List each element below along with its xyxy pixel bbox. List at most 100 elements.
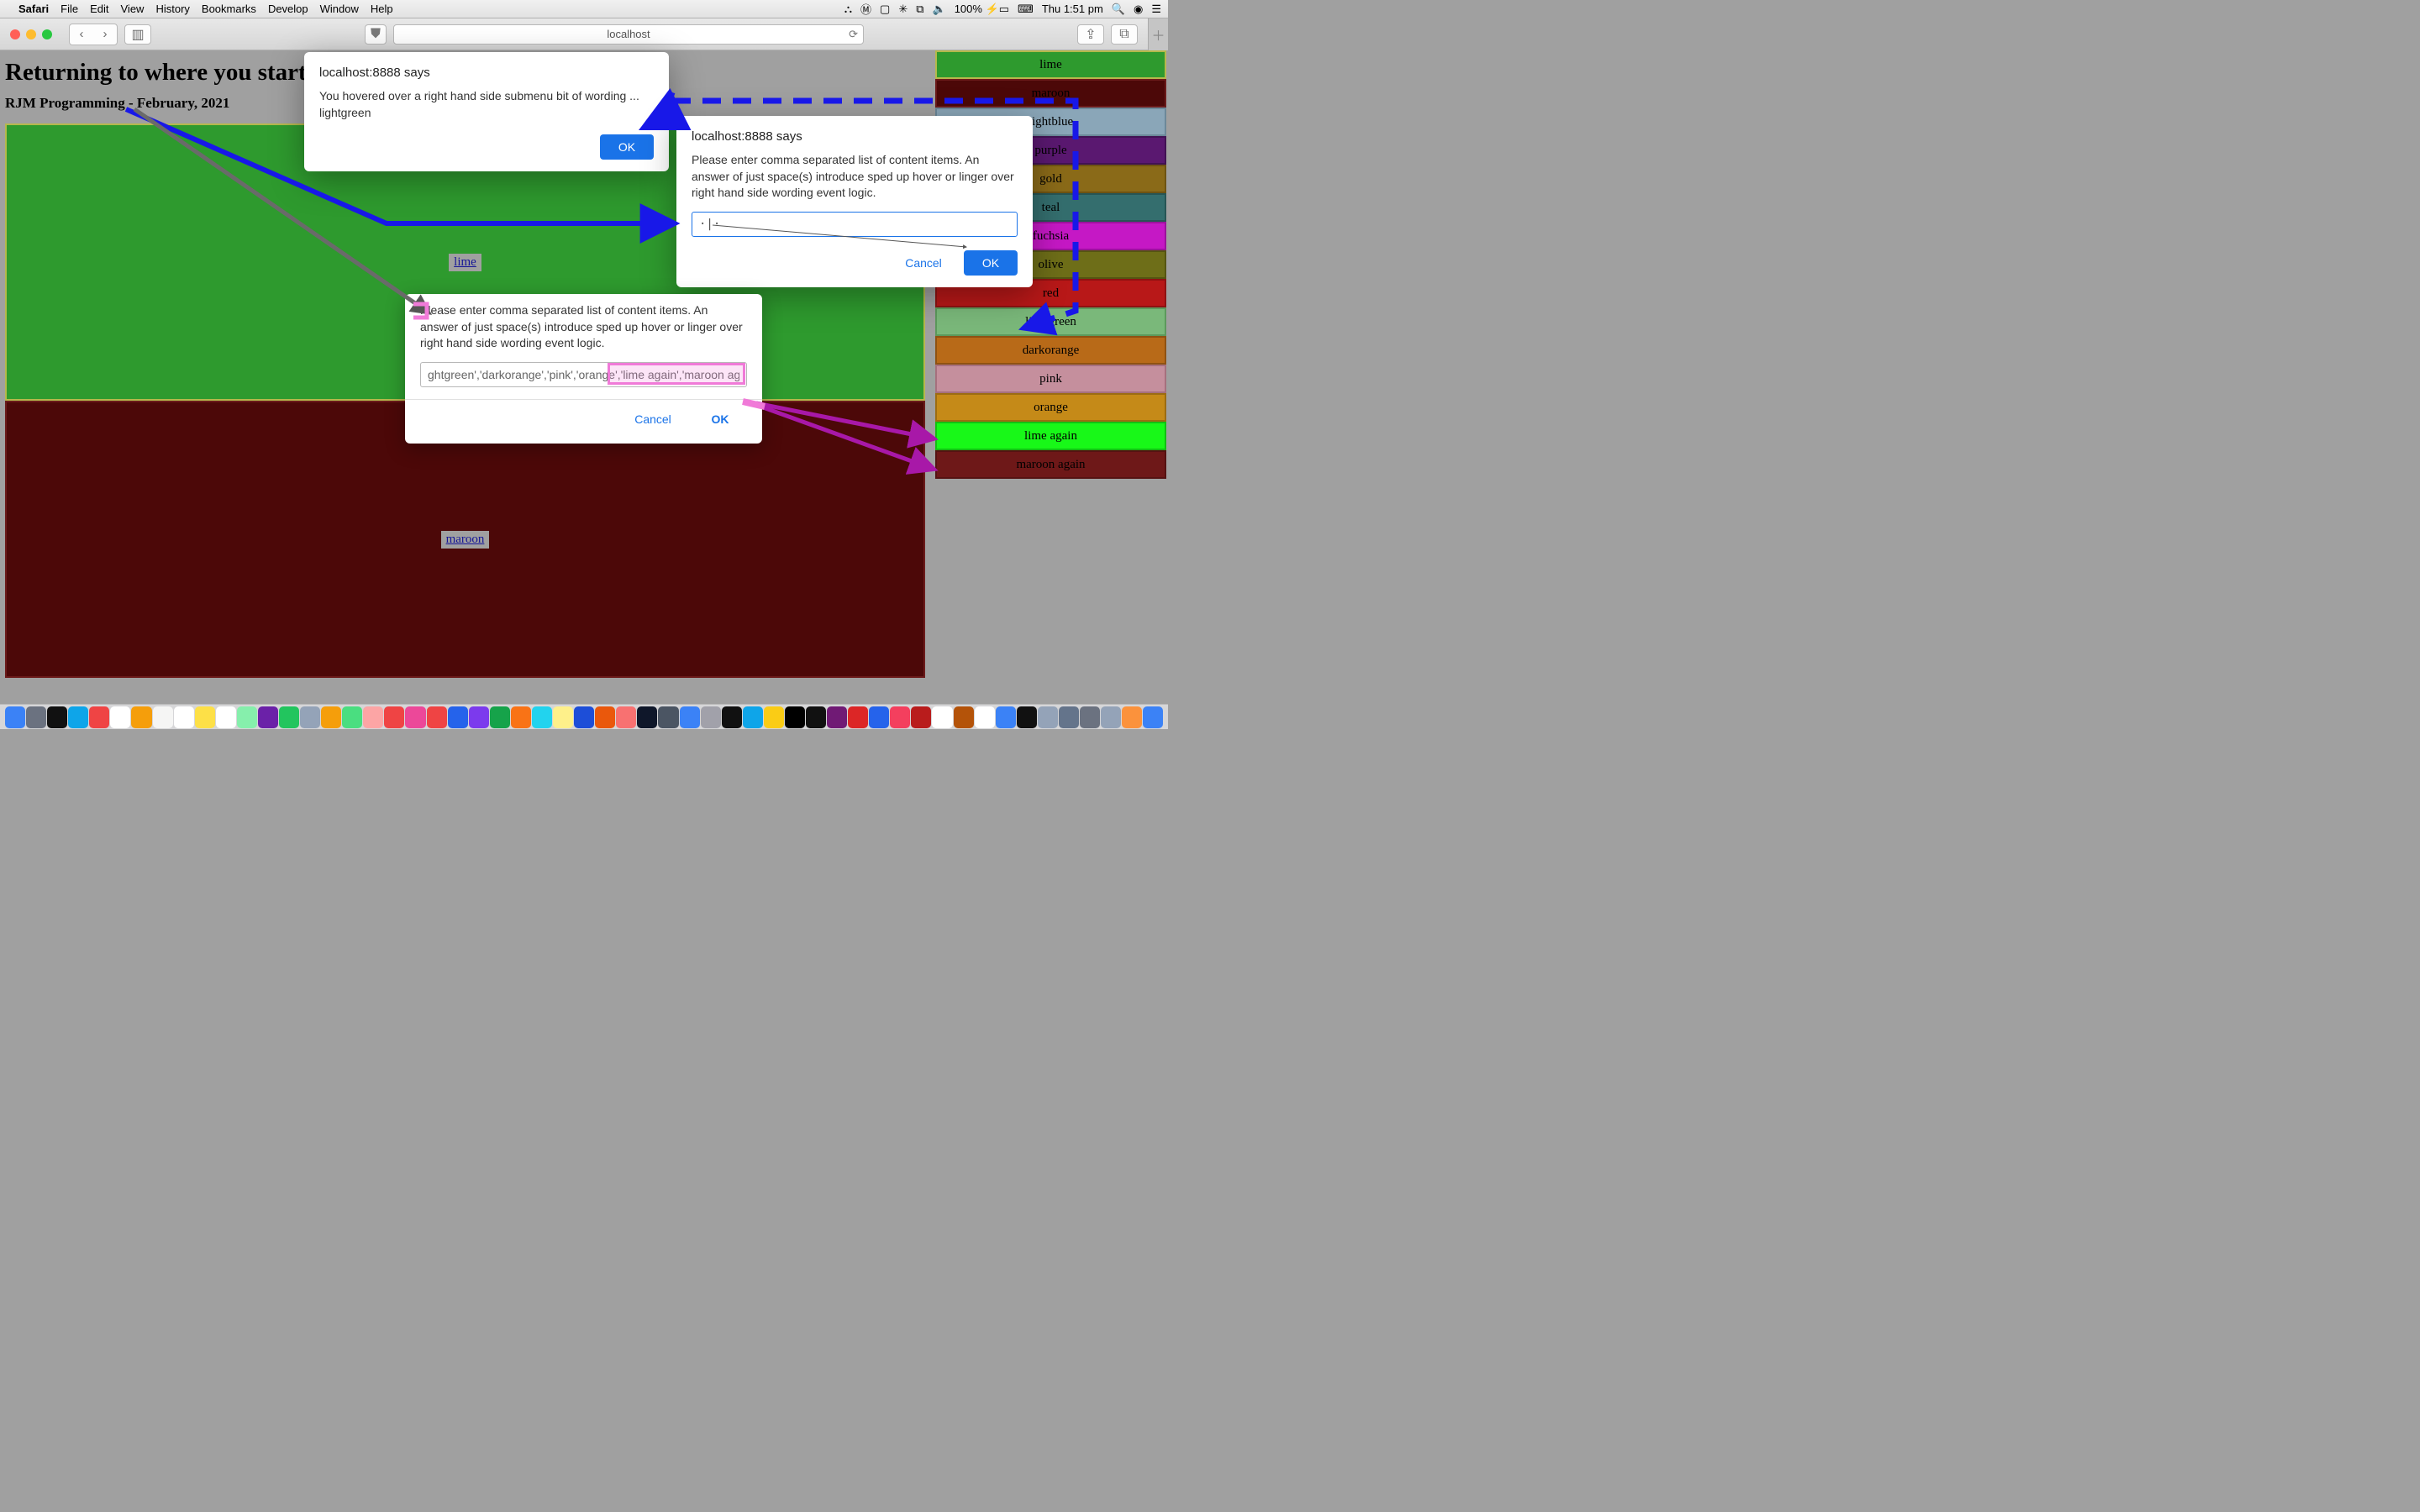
menu-develop[interactable]: Develop — [268, 3, 308, 15]
menu-file[interactable]: File — [60, 3, 78, 15]
menuextra-volume-icon[interactable]: 🔈 — [933, 3, 946, 16]
menuextra-mamp-icon[interactable]: Ⓜ — [860, 1, 871, 17]
dock-app-icon[interactable] — [680, 706, 700, 728]
dock-app-icon[interactable] — [827, 706, 847, 728]
menuextra-icon[interactable]: ⛬ — [844, 3, 852, 16]
dock-app-icon[interactable] — [722, 706, 742, 728]
dock-app-icon[interactable] — [195, 706, 215, 728]
dock-app-icon[interactable] — [911, 706, 931, 728]
sidebar-item-darkorange[interactable]: darkorange — [935, 336, 1166, 365]
dock-app-icon[interactable] — [1122, 706, 1142, 728]
dock-app-icon[interactable] — [975, 706, 995, 728]
app-name[interactable]: Safari — [18, 3, 49, 15]
address-bar[interactable]: localhost ⟳ — [393, 24, 864, 45]
prompt-filled-ok-button[interactable]: OK — [693, 407, 747, 432]
dock-app-icon[interactable] — [848, 706, 868, 728]
dock-app-icon[interactable] — [490, 706, 510, 728]
dock-app-icon[interactable] — [1143, 706, 1163, 728]
dock-app-icon[interactable] — [1038, 706, 1058, 728]
menuextra-wifi-icon[interactable]: ⧉ — [916, 3, 923, 16]
reload-icon[interactable]: ⟳ — [849, 28, 858, 41]
share-button[interactable]: ⇪ — [1077, 24, 1104, 45]
dock-app-icon[interactable] — [743, 706, 763, 728]
menuextra-notifications-icon[interactable]: ☰ — [1151, 3, 1161, 16]
dock-app-icon[interactable] — [26, 706, 46, 728]
menuextra-spotlight-icon[interactable]: 🔍 — [1112, 3, 1125, 16]
dock-app-icon[interactable] — [616, 706, 636, 728]
sidebar-item-lightgreen[interactable]: lightgreen — [935, 307, 1166, 336]
dock-app-icon[interactable] — [131, 706, 151, 728]
dock-app-icon[interactable] — [384, 706, 404, 728]
dock-app-icon[interactable] — [806, 706, 826, 728]
dock-app-icon[interactable] — [574, 706, 594, 728]
dock-app-icon[interactable] — [237, 706, 257, 728]
alert-ok-button[interactable]: OK — [600, 134, 654, 160]
menu-help[interactable]: Help — [371, 3, 393, 15]
dock-app-icon[interactable] — [869, 706, 889, 728]
prompt-input[interactable] — [692, 212, 1018, 237]
menuextra-input-icon[interactable]: ⌨ — [1018, 3, 1034, 16]
sidebar-item-pink[interactable]: pink — [935, 365, 1166, 393]
dock-app-icon[interactable] — [469, 706, 489, 728]
dock-app-icon[interactable] — [279, 706, 299, 728]
new-tab-button[interactable]: ＋ — [1148, 18, 1168, 50]
dock-app-icon[interactable] — [405, 706, 425, 728]
privacy-report-icon[interactable]: ⛊ — [365, 24, 387, 45]
sidebar-item-maroon-again[interactable]: maroon again — [935, 450, 1166, 479]
dock-app-icon[interactable] — [342, 706, 362, 728]
sidebar-item-maroon[interactable]: maroon — [935, 79, 1166, 108]
sidebar-toggle-button[interactable]: ▥ — [124, 24, 151, 45]
dock-app-icon[interactable] — [258, 706, 278, 728]
dock-app-icon[interactable] — [448, 706, 468, 728]
dock-app-icon[interactable] — [996, 706, 1016, 728]
dock-app-icon[interactable] — [300, 706, 320, 728]
dock-app-icon[interactable] — [1101, 706, 1121, 728]
dock-app-icon[interactable] — [637, 706, 657, 728]
dock-app-icon[interactable] — [553, 706, 573, 728]
dock-app-icon[interactable] — [89, 706, 109, 728]
forward-button[interactable]: › — [93, 24, 117, 45]
dock-app-icon[interactable] — [1080, 706, 1100, 728]
dock-app-icon[interactable] — [658, 706, 678, 728]
dock-app-icon[interactable] — [47, 706, 67, 728]
menu-view[interactable]: View — [121, 3, 145, 15]
dock-app-icon[interactable] — [68, 706, 88, 728]
dock-app-icon[interactable] — [153, 706, 173, 728]
menu-edit[interactable]: Edit — [90, 3, 108, 15]
dock-app-icon[interactable] — [427, 706, 447, 728]
sidebar-item-orange[interactable]: orange — [935, 393, 1166, 422]
dock-app-icon[interactable] — [110, 706, 130, 728]
prompt-ok-button[interactable]: OK — [964, 250, 1018, 276]
menuextra-airplay-icon[interactable]: ▢ — [880, 3, 890, 16]
dock-app-icon[interactable] — [701, 706, 721, 728]
dock-app-icon[interactable] — [954, 706, 974, 728]
menu-history[interactable]: History — [155, 3, 189, 15]
close-window-button[interactable] — [10, 29, 20, 39]
dock-app-icon[interactable] — [595, 706, 615, 728]
main-panel-maroon-label[interactable]: maroon — [441, 531, 490, 549]
dock-app-icon[interactable] — [174, 706, 194, 728]
dock-app-icon[interactable] — [785, 706, 805, 728]
menuextra-bluetooth-icon[interactable]: ✳ — [898, 3, 908, 16]
menuextra-clock[interactable]: Thu 1:51 pm — [1042, 3, 1103, 15]
minimize-window-button[interactable] — [26, 29, 36, 39]
menu-window[interactable]: Window — [320, 3, 359, 15]
dock-app-icon[interactable] — [5, 706, 25, 728]
dock-app-icon[interactable] — [1017, 706, 1037, 728]
dock-app-icon[interactable] — [363, 706, 383, 728]
prompt-filled-cancel-button[interactable]: Cancel — [626, 407, 680, 432]
back-button[interactable]: ‹ — [70, 24, 93, 45]
tabs-button[interactable]: ⧉ — [1111, 24, 1138, 45]
sidebar-item-lime-again[interactable]: lime again — [935, 422, 1166, 450]
dock-app-icon[interactable] — [511, 706, 531, 728]
dock-app-icon[interactable] — [764, 706, 784, 728]
dock-app-icon[interactable] — [321, 706, 341, 728]
dock-app-icon[interactable] — [216, 706, 236, 728]
zoom-window-button[interactable] — [42, 29, 52, 39]
prompt-cancel-button[interactable]: Cancel — [897, 250, 950, 276]
dock-app-icon[interactable] — [890, 706, 910, 728]
dock-app-icon[interactable] — [932, 706, 952, 728]
dock-app-icon[interactable] — [1059, 706, 1079, 728]
dock-app-icon[interactable] — [532, 706, 552, 728]
menuextra-siri-icon[interactable]: ◉ — [1134, 3, 1143, 16]
